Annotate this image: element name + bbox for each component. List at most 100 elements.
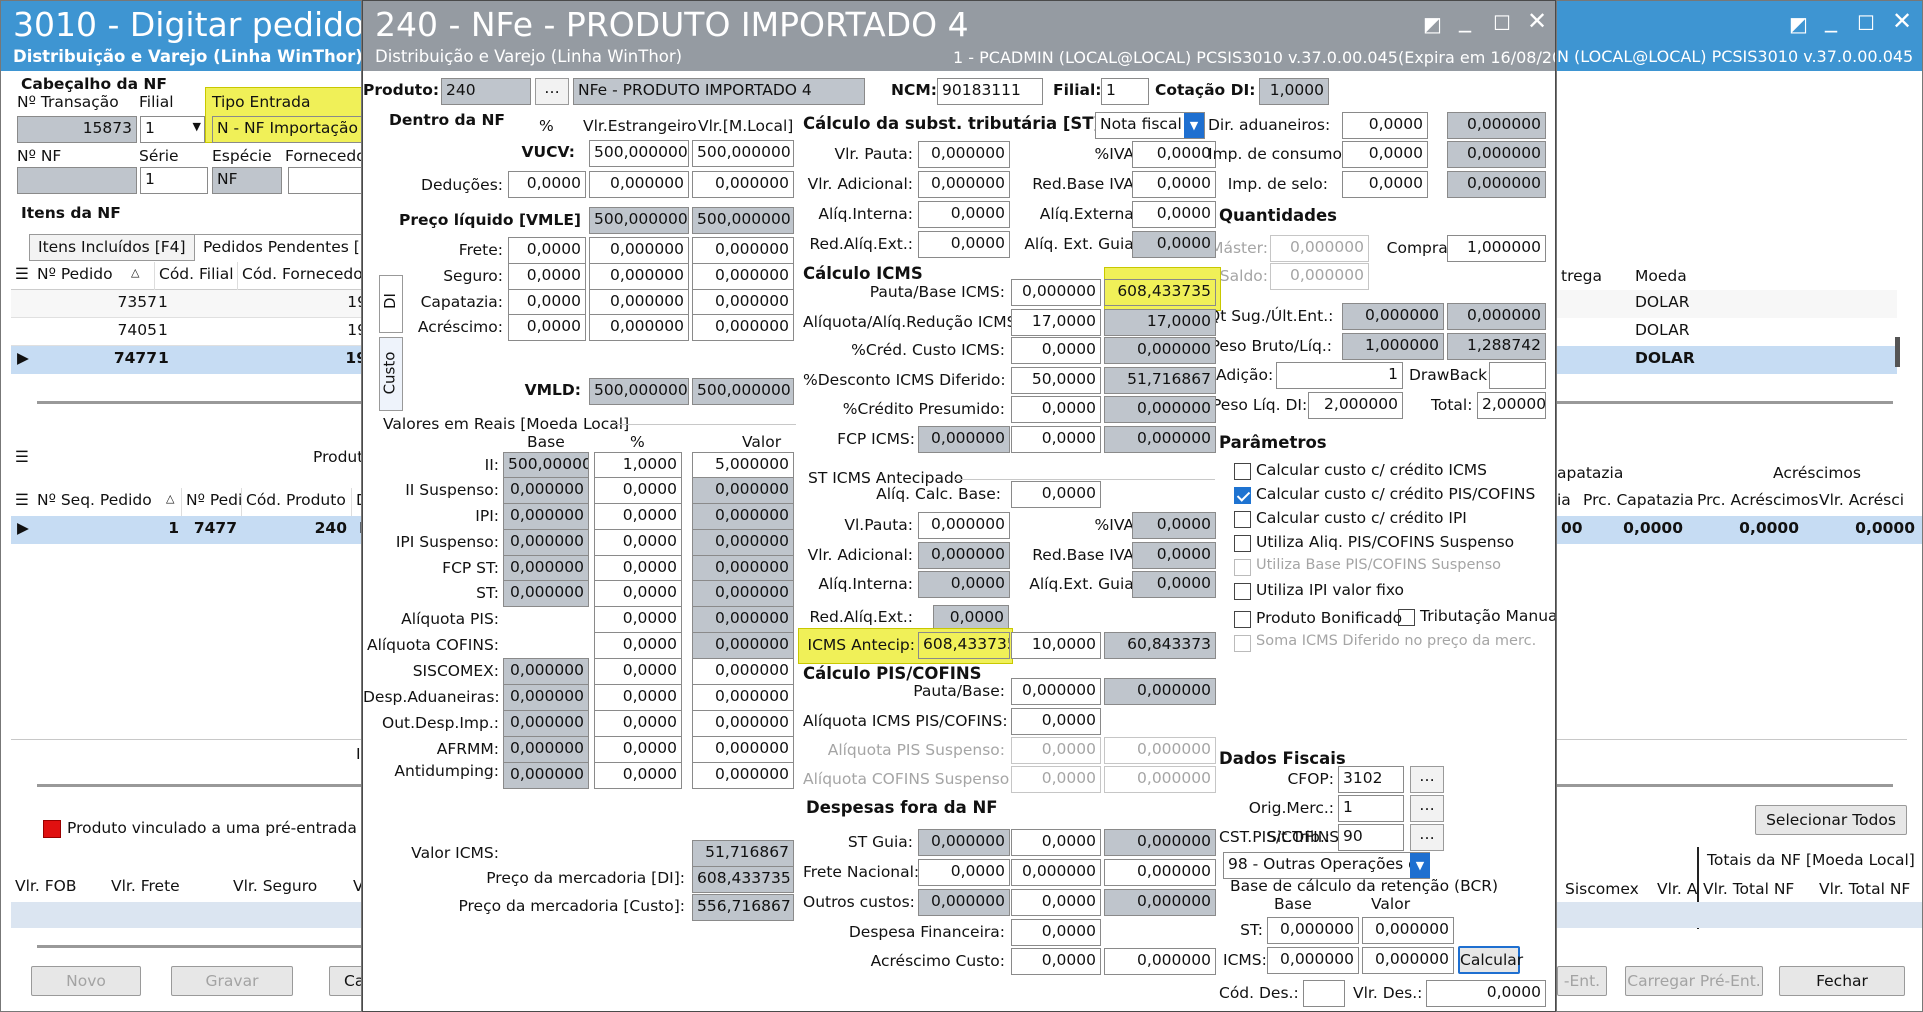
parametro-checkbox[interactable]: [1234, 463, 1251, 480]
selecionar-todos-button[interactable]: Selecionar Todos: [1755, 805, 1907, 835]
col1-est-field[interactable]: 0,000000: [589, 289, 689, 316]
scrollbar-h[interactable]: [1557, 401, 1893, 404]
col1-pct-field[interactable]: 0,0000: [508, 289, 586, 316]
header-vlr-seguro[interactable]: Vlr. Seguro: [229, 874, 321, 902]
header-vlr-frete[interactable]: Vlr. Frete: [107, 874, 184, 902]
chevron-down-icon[interactable]: ▼: [193, 120, 201, 133]
edit-icon[interactable]: ◩: [1789, 12, 1808, 36]
grid-menu-icon[interactable]: ☰: [15, 448, 29, 466]
vucv-est-field[interactable]: 500,000000: [589, 140, 689, 167]
desp-valor-field[interactable]: 0,000000: [692, 736, 794, 763]
st-row-field-2[interactable]: 0,0000: [1132, 201, 1216, 228]
pauta-base-field[interactable]: 0,000000: [1011, 678, 1101, 705]
chevron-down-icon[interactable]: ▼: [1410, 853, 1430, 878]
col1-est-field[interactable]: 0,000000: [589, 237, 689, 264]
table-row-selected[interactable]: ▶ 7477 1 19: [11, 346, 361, 374]
icms-row-field[interactable]: 0,0000: [1011, 337, 1101, 364]
close-icon[interactable]: ✕: [1527, 9, 1547, 33]
icms-row-field[interactable]: 17,0000: [1011, 309, 1101, 336]
maximize-icon[interactable]: ☐: [1493, 11, 1511, 35]
scrollbar-h[interactable]: [1557, 784, 1893, 787]
chevron-down-icon[interactable]: ▼: [1184, 113, 1204, 138]
scrollbar-h[interactable]: [37, 784, 361, 787]
vlr-des-field[interactable]: 0,0000: [1426, 980, 1546, 1007]
compra-field[interactable]: 1,000000: [1447, 235, 1546, 262]
tipo-entrada-field[interactable]: N - NF Importação: [212, 116, 361, 143]
col1-est-field[interactable]: 0,000000: [589, 314, 689, 341]
table-row-selected[interactable]: ▶ 1 7477 240 N: [11, 516, 361, 544]
desp-valor-field[interactable]: 0,000000: [692, 762, 794, 789]
reais-valor-field[interactable]: 5,000000: [692, 452, 794, 479]
col1-local-field[interactable]: 0,000000: [692, 314, 794, 341]
desp2-row-field[interactable]: 0,0000: [1011, 889, 1101, 916]
minimize-icon[interactable]: _: [1459, 7, 1471, 31]
reais-pct-field[interactable]: 0,0000: [594, 580, 682, 607]
desp2-row-field[interactable]: 0,0000: [1011, 829, 1101, 856]
table-row[interactable]: 7357 1 19: [11, 290, 361, 318]
filial-field[interactable]: 1: [1101, 78, 1149, 105]
desp-pct-field[interactable]: 0,0000: [594, 736, 682, 763]
bcr-st-valor-field[interactable]: 0,000000: [1362, 917, 1454, 944]
st-row-field[interactable]: 0,0000: [918, 231, 1010, 258]
sit-trib-search-button[interactable]: …: [1410, 824, 1444, 851]
ncm-field[interactable]: 90183111: [937, 78, 1043, 105]
adicao-field[interactable]: 1: [1276, 362, 1403, 389]
scrollbar-h[interactable]: [37, 401, 361, 404]
aliq-calc-base-field[interactable]: 0,0000: [1011, 481, 1101, 508]
minimize-icon[interactable]: _: [1825, 7, 1837, 31]
total-field[interactable]: 2,000000: [1477, 392, 1546, 419]
tab-pedidos-pendentes[interactable]: Pedidos Pendentes [F: [194, 234, 361, 261]
close-icon[interactable]: ✕: [1892, 9, 1912, 33]
parametro-checkbox[interactable]: [1234, 611, 1251, 628]
carregar-pre-ent-button[interactable]: Carregar Pré-Ent.: [1625, 966, 1763, 996]
deducoes-pct-field[interactable]: 0,0000: [508, 171, 586, 198]
desp2-row-field[interactable]: 0,0000: [918, 859, 1010, 886]
aliq-pct-field[interactable]: 0,0000: [594, 632, 682, 659]
reais-pct-field[interactable]: 0,0000: [594, 555, 682, 582]
reais-pct-field[interactable]: 1,0000: [594, 452, 682, 479]
table-row[interactable]: DOLAR: [1557, 290, 1897, 318]
despesa-financeira-field[interactable]: 0,0000: [1011, 919, 1101, 946]
acrescimo-custo-valor-field[interactable]: 0,000000: [1104, 948, 1216, 975]
bcr-st-base-field[interactable]: 0,000000: [1267, 917, 1359, 944]
dialog-title-bar[interactable]: 240 - NFe - PRODUTO IMPORTADO 4 Distribu…: [363, 1, 1555, 71]
desp-pct-field[interactable]: 0,0000: [594, 684, 682, 711]
calcular-button[interactable]: Calcular: [1458, 946, 1523, 974]
tab-itens-incluidos[interactable]: Itens Incluídos [F4]: [29, 234, 195, 261]
peso-liq-di-field[interactable]: 2,000000: [1308, 392, 1403, 419]
col1-local-field[interactable]: 0,000000: [692, 289, 794, 316]
aliq-icms-pis-field[interactable]: 0,0000: [1011, 708, 1101, 735]
orig-merc-search-button[interactable]: …: [1410, 795, 1444, 822]
col1-local-field[interactable]: 0,000000: [692, 237, 794, 264]
fornecedor-field[interactable]: [288, 167, 361, 194]
header-vl[interactable]: Vl: [349, 874, 361, 902]
st-row-field[interactable]: 0,000000: [918, 171, 1010, 198]
vucv-local-field[interactable]: 500,000000: [692, 140, 794, 167]
background-title-bar[interactable]: 3010 - Digitar pedido de Distribuição e …: [1, 1, 361, 71]
edit-icon[interactable]: ◩: [1423, 12, 1442, 36]
col1-pct-field[interactable]: 0,0000: [508, 314, 586, 341]
scrollbar-h[interactable]: [37, 945, 361, 948]
gravar-button[interactable]: Gravar: [171, 966, 293, 996]
table-row-selected[interactable]: DOLAR: [1557, 346, 1897, 374]
icms-antecip-pct-field[interactable]: 10,0000: [1011, 632, 1101, 659]
grid2-header-seq[interactable]: Nº Seq. Pedido: [33, 488, 156, 516]
st-row-field-2[interactable]: 0,0000: [1132, 141, 1216, 168]
grid-menu-icon[interactable]: ☰: [11, 488, 33, 516]
deducoes-est-field[interactable]: 0,000000: [589, 171, 689, 198]
deducoes-local-field[interactable]: 0,000000: [692, 171, 794, 198]
reais-pct-field[interactable]: 0,0000: [594, 477, 682, 504]
orig-merc-field[interactable]: 1: [1338, 795, 1404, 822]
icms-row-field[interactable]: 50,0000: [1011, 367, 1101, 394]
fechar-button[interactable]: Fechar: [1779, 966, 1905, 996]
novo-button[interactable]: Novo: [31, 966, 141, 996]
desp-valor-field[interactable]: 0,000000: [692, 658, 794, 685]
desp2-row-field[interactable]: 0,000000: [1011, 859, 1101, 886]
grid2-header-pedido[interactable]: Nº Pedi: [181, 488, 246, 516]
desp-valor-field[interactable]: 0,000000: [692, 684, 794, 711]
col1-local-field[interactable]: 0,000000: [692, 263, 794, 290]
grid-menu-icon[interactable]: ☰: [11, 262, 33, 290]
col1-pct-field[interactable]: 0,0000: [508, 263, 586, 290]
st-row-field-2[interactable]: 0,0000: [1132, 171, 1216, 198]
icms-antecip-base-field[interactable]: 608,433735: [918, 632, 1010, 659]
